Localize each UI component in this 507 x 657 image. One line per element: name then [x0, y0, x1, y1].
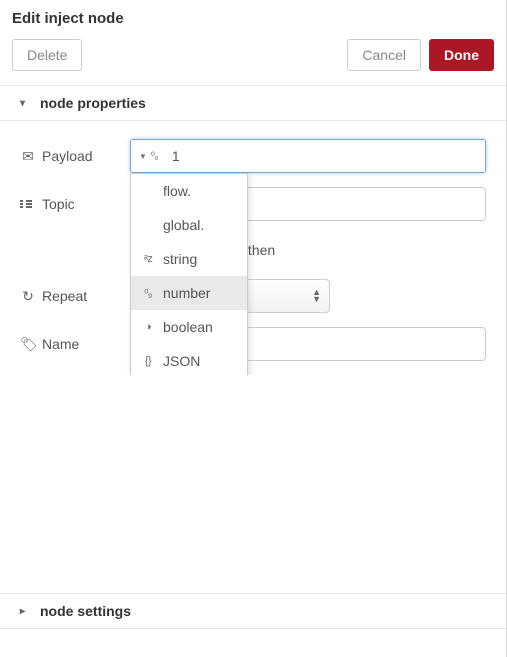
button-bar: Delete Cancel Done — [12, 39, 494, 71]
node-settings-header[interactable]: ▸ node settings — [0, 593, 506, 629]
type-option-string[interactable]: ᵃzstring — [131, 242, 247, 276]
payload-input[interactable] — [166, 140, 485, 172]
payload-type-dropdown: flow.global.ᵃzstring⁰₉number◑boolean{}JS… — [130, 173, 248, 375]
name-label: 🏷 Name — [20, 336, 120, 353]
section-title: node properties — [40, 95, 146, 111]
repeat-icon: ↻ — [20, 288, 36, 305]
caret-down-icon: ▼ — [139, 152, 147, 161]
type-option-global[interactable]: global. — [131, 208, 247, 242]
dialog-header: Edit inject node Delete Cancel Done — [0, 0, 506, 85]
topic-label: Topic — [20, 196, 120, 212]
number-type-icon: ⁰₉ — [151, 151, 158, 162]
edit-dialog: Edit inject node Delete Cancel Done ▾ no… — [0, 0, 507, 657]
repeat-label: ↻ Repeat — [20, 288, 120, 305]
form-area: ✉ Payload ▼ ⁰₉ Topic 0.1 seconds, then — [0, 121, 506, 375]
name-row: 🏷 Name — [20, 327, 486, 361]
payload-type-button[interactable]: ▼ ⁰₉ — [131, 140, 166, 172]
envelope-icon: ✉ — [20, 148, 36, 165]
payload-row: ✉ Payload ▼ ⁰₉ — [20, 139, 486, 173]
delete-button[interactable]: Delete — [12, 39, 82, 71]
dialog-title: Edit inject node — [12, 10, 494, 27]
node-properties-header[interactable]: ▾ node properties — [0, 85, 506, 121]
tag-icon: 🏷 — [20, 336, 36, 353]
json-icon: {} — [141, 355, 155, 367]
type-option-flow[interactable]: flow. — [131, 174, 247, 208]
string-icon: ᵃz — [141, 253, 155, 265]
type-option-boolean[interactable]: ◑boolean — [131, 310, 247, 344]
boolean-icon: ◑ — [141, 321, 155, 333]
number-icon: ⁰₉ — [141, 287, 155, 300]
payload-label: ✉ Payload — [20, 148, 120, 165]
payload-input-wrap: ▼ ⁰₉ — [130, 139, 486, 173]
done-button[interactable]: Done — [429, 39, 494, 71]
chevron-right-icon: ▸ — [20, 606, 30, 617]
type-option-number[interactable]: ⁰₉number — [131, 276, 247, 310]
topic-row: Topic — [20, 187, 486, 221]
section-title: node settings — [40, 603, 131, 619]
chevron-down-icon: ▾ — [20, 98, 30, 109]
list-icon — [20, 200, 36, 208]
repeat-row: ↻ Repeat ▲▼ — [20, 279, 486, 313]
select-arrows-icon: ▲▼ — [312, 289, 321, 303]
type-option-json[interactable]: {}JSON — [131, 344, 247, 375]
cancel-button[interactable]: Cancel — [347, 39, 421, 71]
